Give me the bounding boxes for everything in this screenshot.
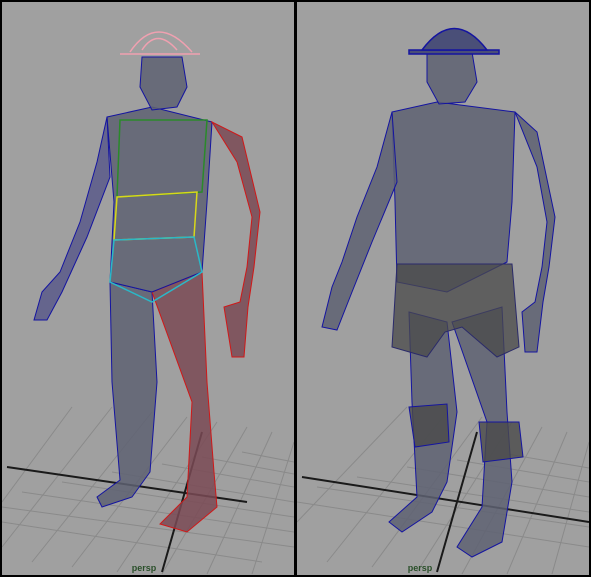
viewport-canvas-left: [2, 31, 294, 575]
camera-label-right: persp: [407, 563, 433, 573]
hardhat-selected-pink: [120, 31, 200, 55]
knee-pad-right: [478, 421, 524, 463]
maya-viewport-panels: persp persp: [0, 0, 591, 577]
hardhat-mesh: [408, 27, 500, 55]
persp-viewport-left[interactable]: persp: [2, 2, 294, 575]
camera-label-left: persp: [131, 563, 157, 573]
character-mesh-left: [33, 56, 261, 533]
persp-viewport-right[interactable]: persp: [297, 2, 589, 575]
viewport-canvas-right: [297, 27, 589, 575]
shorts-mesh: [391, 263, 520, 358]
knee-pad-left: [408, 403, 450, 448]
